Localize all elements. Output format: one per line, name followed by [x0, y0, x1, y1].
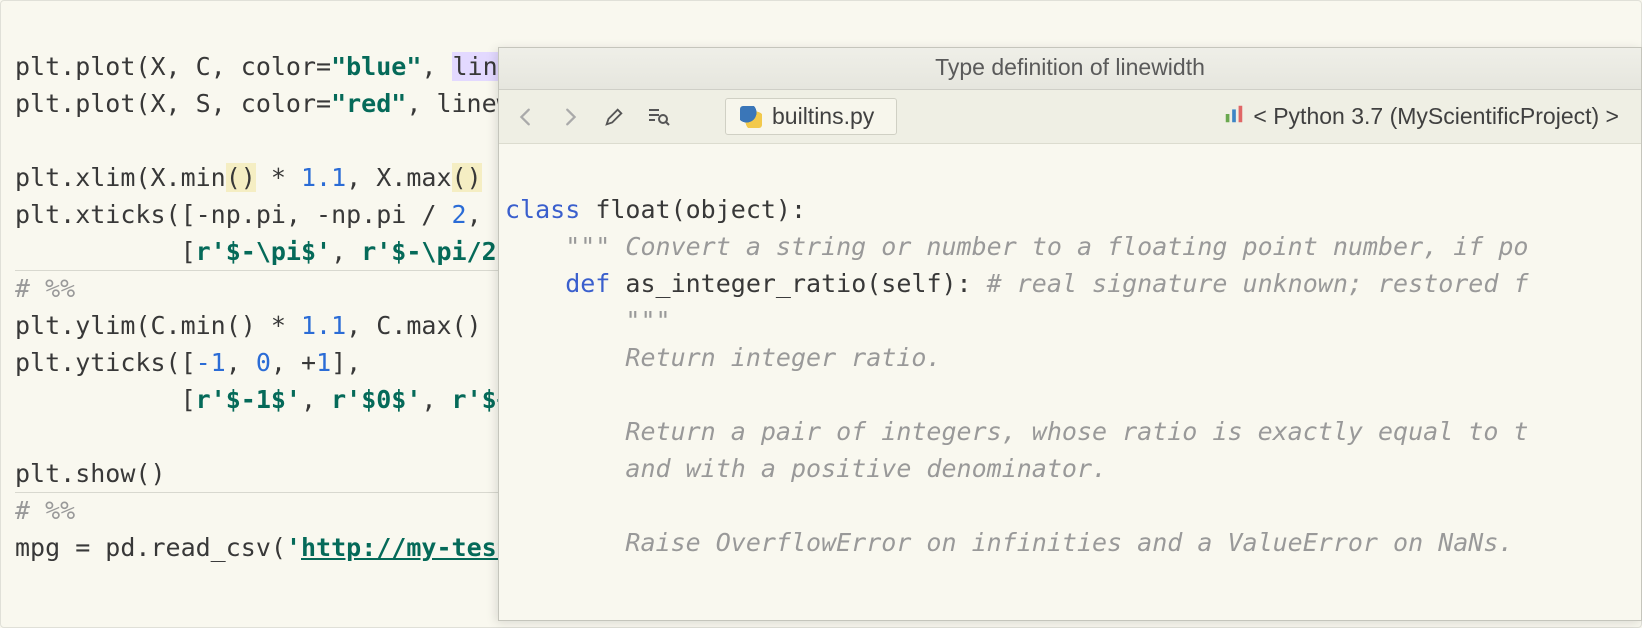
src-line: """	[505, 306, 671, 335]
src-line: Return a pair of integers, whose ratio i…	[505, 417, 1529, 446]
src-line: Return integer ratio.	[505, 343, 942, 372]
edit-source-button[interactable]	[601, 104, 627, 130]
pencil-icon	[603, 106, 625, 128]
popup-source-view[interactable]: class float(object): """ Convert a strin…	[499, 144, 1641, 620]
code-line: mpg = pd.read_csv('http://my-test	[15, 533, 512, 562]
code-line: plt.xticks([-np.pi, -np.pi / 2, 0	[15, 200, 512, 229]
project-interpreter-chip[interactable]: < Python 3.7 (MyScientificProject) >	[1215, 99, 1627, 135]
src-line: class float(object):	[505, 195, 806, 224]
interpreter-label: < Python 3.7 (MyScientificProject) >	[1253, 103, 1619, 130]
code-line: plt.yticks([-1, 0, +1],	[15, 348, 361, 377]
python-file-icon	[740, 106, 762, 128]
type-definition-popup: Type definition of linewidth builtins.py…	[498, 47, 1642, 621]
file-breadcrumb[interactable]: builtins.py	[725, 98, 897, 135]
src-line: Raise OverflowError on infinities and a …	[505, 528, 1513, 557]
cell-separator: # %%	[15, 274, 75, 303]
blank-line	[15, 422, 30, 451]
chart-icon	[1223, 103, 1245, 131]
nav-back-button[interactable]	[513, 104, 539, 130]
src-line: def as_integer_ratio(self): # real signa…	[505, 269, 1529, 298]
code-line: plt.ylim(C.min() * 1.1, C.max() *	[15, 311, 512, 340]
popup-title: Type definition of linewidth	[499, 48, 1641, 90]
nav-forward-button[interactable]	[557, 104, 583, 130]
arrow-left-icon	[515, 106, 537, 128]
popup-toolbar: builtins.py < Python 3.7 (MyScientificPr…	[499, 90, 1641, 144]
code-line: plt.plot(X, S, color="red", linew	[15, 89, 512, 118]
show-usages-button[interactable]	[645, 104, 671, 130]
file-name: builtins.py	[772, 103, 874, 130]
code-line: plt.xlim(X.min() * 1.1, X.max() *	[15, 163, 512, 192]
arrow-right-icon	[559, 106, 581, 128]
src-line: """ Convert a string or number to a floa…	[505, 232, 1529, 261]
src-line: and with a positive denominator.	[505, 454, 1107, 483]
list-search-icon	[646, 105, 670, 129]
blank-line	[15, 126, 30, 155]
code-line: [r'$-1$', r'$0$', r'$+	[15, 385, 512, 414]
cell-separator: # %%	[15, 496, 75, 525]
